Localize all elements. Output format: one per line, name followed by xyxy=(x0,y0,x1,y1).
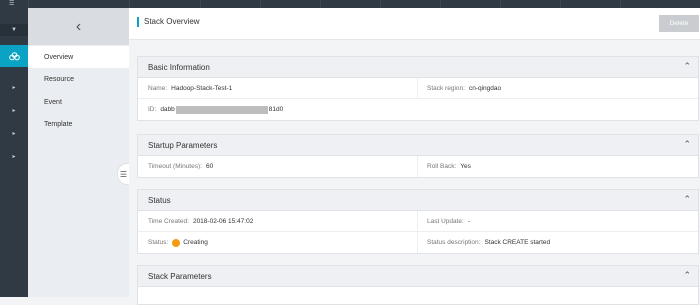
chevron-right-icon: ▸ xyxy=(12,153,16,160)
timeout-field: Timeout (Minutes): 60 xyxy=(148,156,213,177)
topbar-divider xyxy=(200,0,201,8)
panel-title: Startup Parameters xyxy=(148,141,218,150)
status-description-field: Status description: Stack CREATE started xyxy=(427,232,550,253)
page-title: Stack Overview xyxy=(137,17,200,27)
field-value: 2018-02-06 15:47:02 xyxy=(192,218,254,225)
nav-item-resource[interactable]: Resource xyxy=(28,68,129,90)
hamburger-icon[interactable]: ☰ xyxy=(9,1,14,7)
panel-header[interactable]: Stack Parameters ⌃ xyxy=(138,266,698,287)
field-value: Hadoop-Stack-Test-1 xyxy=(171,85,233,92)
divider xyxy=(417,78,418,99)
nav-item-label: Event xyxy=(44,98,62,106)
info-row: Time Created: 2018-02-06 15:47:02 Last U… xyxy=(138,211,698,232)
nav-item-overview[interactable]: Overview xyxy=(28,46,129,68)
divider xyxy=(417,156,418,177)
delete-button[interactable]: Delete xyxy=(659,15,699,32)
topbar-divider xyxy=(129,0,130,8)
topbar-divider xyxy=(380,0,381,8)
field-value: - xyxy=(467,218,471,225)
id-prefix: dabb xyxy=(160,106,175,113)
field-value: Stack CREATE started xyxy=(484,239,551,246)
panel-title: Status xyxy=(148,196,171,205)
field-label: Roll Back: xyxy=(427,163,457,170)
sidebar-toggle-handle[interactable]: ☰ xyxy=(117,163,129,185)
info-row: Name: Hadoop-Stack-Test-1 Stack region: … xyxy=(138,78,698,99)
chevron-up-icon[interactable]: ⌃ xyxy=(683,270,691,281)
topbar-divider xyxy=(28,0,29,8)
chevron-right-icon: ▸ xyxy=(12,84,16,91)
field-label: Status description: xyxy=(427,239,481,246)
field-label: Time Created: xyxy=(148,218,189,225)
nav-item-event[interactable]: Event xyxy=(28,91,129,113)
field-label: Last Update: xyxy=(427,218,464,225)
rollback-field: Roll Back: Yes xyxy=(427,156,471,177)
id-suffix: 81d0 xyxy=(268,106,284,113)
chevron-left-icon: ‹ xyxy=(75,17,82,35)
info-row: Timeout (Minutes): 60 Roll Back: Yes xyxy=(138,156,698,177)
rail-expand-button[interactable]: ▸ xyxy=(0,76,28,98)
nav-item-label: Template xyxy=(44,120,73,128)
sub-navigation: ‹ Overview Resource Event Template xyxy=(28,8,129,297)
field-value: Yes xyxy=(460,163,471,170)
basic-information-panel: Basic Information ⌃ Name: Hadoop-Stack-T… xyxy=(137,56,699,121)
status-indicator-icon xyxy=(172,238,181,247)
startup-parameters-panel: Startup Parameters ⌃ Timeout (Minutes): … xyxy=(137,134,699,178)
field-label: Name: xyxy=(148,85,168,92)
created-field: Time Created: 2018-02-06 15:47:02 xyxy=(148,211,253,232)
topbar-divider xyxy=(620,0,621,8)
stack-parameters-panel: Stack Parameters ⌃ xyxy=(137,265,699,305)
field-label: Timeout (Minutes): xyxy=(148,163,202,170)
field-value: cn-qingdao xyxy=(468,85,502,92)
topbar-divider xyxy=(440,0,441,8)
region-field: Stack region: cn-qingdao xyxy=(427,78,501,99)
chevron-right-icon: ▸ xyxy=(12,107,16,114)
chevron-up-icon[interactable]: ⌃ xyxy=(683,194,691,205)
hamburger-icon: ☰ xyxy=(119,169,128,179)
nav-item-label: Resource xyxy=(44,75,74,83)
rail-expand-button[interactable]: ▸ xyxy=(0,99,28,121)
left-rail: ▼ ▸ ▸ ▸ ▸ xyxy=(0,8,28,297)
divider xyxy=(417,232,418,253)
triangle-down-icon: ▼ xyxy=(11,27,17,33)
field-label: Status: xyxy=(148,239,169,246)
page-header: Stack Overview Delete xyxy=(129,8,700,40)
divider xyxy=(417,211,418,232)
field-value: 60 xyxy=(205,163,214,170)
status-panel: Status ⌃ Time Created: 2018-02-06 15:47:… xyxy=(137,189,699,254)
topbar-divider xyxy=(500,0,501,8)
redaction-mask xyxy=(175,105,268,114)
status-badge: Creating xyxy=(183,239,208,246)
id-field: ID: dabb 81d0 xyxy=(148,99,283,120)
back-button[interactable]: ‹ xyxy=(28,8,129,45)
status-field: Status: Creating xyxy=(148,232,208,253)
rail-expand-button[interactable]: ▸ xyxy=(0,145,28,167)
top-bar: ☰ xyxy=(0,0,700,8)
chevron-up-icon[interactable]: ⌃ xyxy=(683,139,691,150)
nav-item-template[interactable]: Template xyxy=(28,113,129,135)
chevron-right-icon: ▸ xyxy=(12,130,16,137)
topbar-divider xyxy=(260,0,261,8)
last-update-field: Last Update: - xyxy=(427,211,470,232)
field-label: Stack region: xyxy=(427,85,465,92)
collapse-menu-button[interactable]: ▼ xyxy=(0,24,28,36)
cloud-service-button[interactable] xyxy=(0,45,28,67)
panel-header[interactable]: Basic Information ⌃ xyxy=(138,57,698,78)
info-row: ID: dabb 81d0 xyxy=(138,99,698,120)
panel-title: Stack Parameters xyxy=(148,272,212,281)
name-field: Name: Hadoop-Stack-Test-1 xyxy=(148,78,232,99)
info-row: Status: Creating Status description: Sta… xyxy=(138,232,698,253)
topbar-divider xyxy=(560,0,561,8)
panel-header[interactable]: Status ⌃ xyxy=(138,190,698,211)
topbar-divider xyxy=(320,0,321,8)
nav-item-label: Overview xyxy=(44,53,74,61)
main-content: Stack Overview Delete Basic Information … xyxy=(129,8,700,305)
cloud-icon xyxy=(8,51,20,60)
field-label: ID: xyxy=(148,106,157,113)
rail-expand-button[interactable]: ▸ xyxy=(0,122,28,144)
panel-title: Basic Information xyxy=(148,63,210,72)
panel-header[interactable]: Startup Parameters ⌃ xyxy=(138,135,698,156)
chevron-up-icon[interactable]: ⌃ xyxy=(683,61,691,72)
